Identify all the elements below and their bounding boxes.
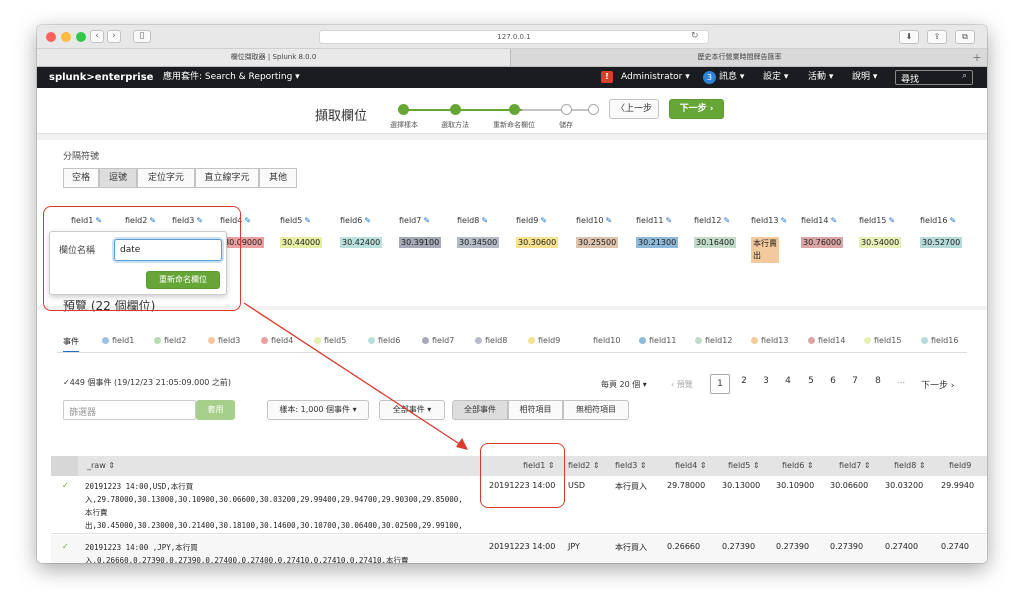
browser-window: ‹ › ▯ 127.0.0.1 ↻ ⬇ ⇪ ⧉ 欄位擷取器 | Splunk 8… [37,25,987,563]
annotation-arrow [243,302,468,450]
